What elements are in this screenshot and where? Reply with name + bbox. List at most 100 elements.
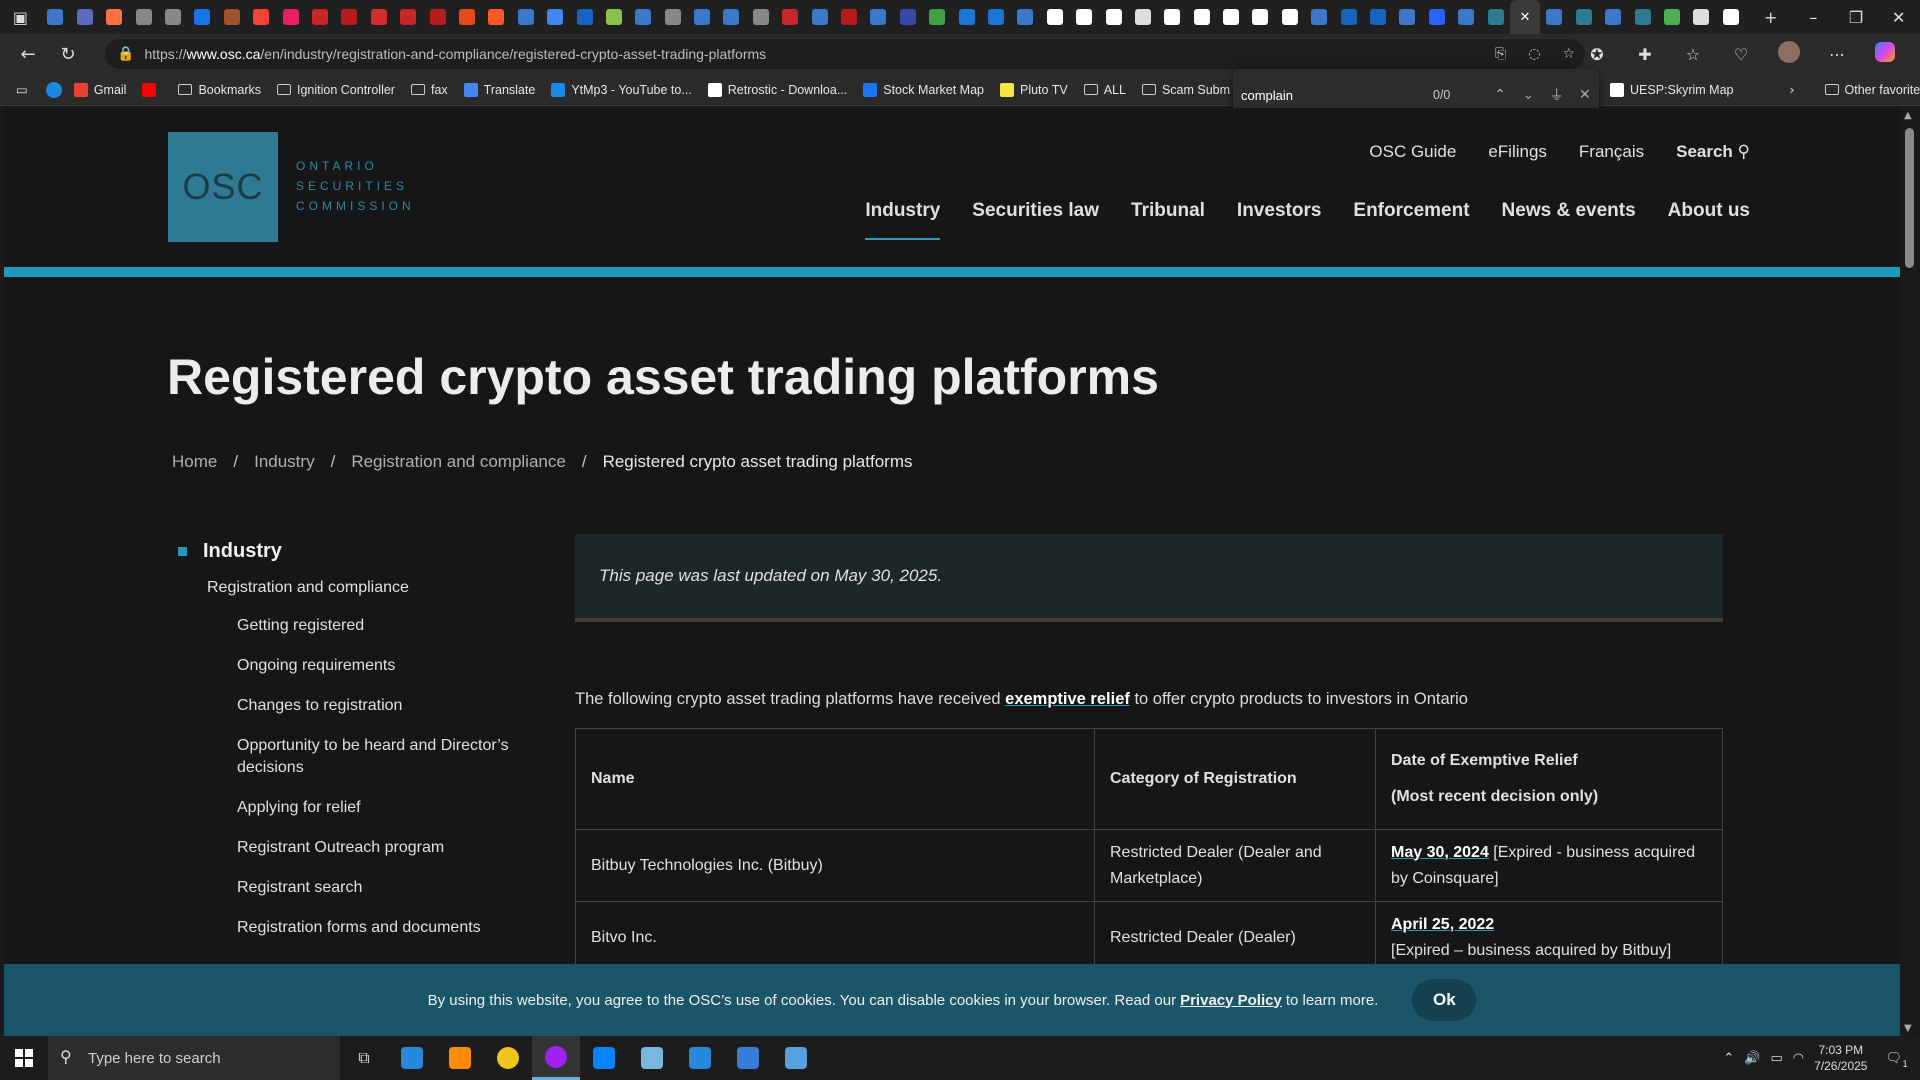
notifications-icon[interactable]: 🗨 1 [1877,1051,1910,1070]
taskbar-app-icon[interactable] [724,1036,772,1080]
tab[interactable] [305,0,334,34]
bookmarks-overflow-chevron-icon[interactable]: › [1790,82,1795,97]
tab[interactable] [629,0,658,34]
browser-essentials-icon[interactable]: ♡ [1720,45,1762,64]
find-input[interactable] [1241,80,1417,110]
tab[interactable] [1099,0,1128,34]
tab[interactable] [423,0,452,34]
tab[interactable] [658,0,687,34]
tab[interactable] [1363,0,1392,34]
taskbar-search-box[interactable]: ⚲ Type here to search [48,1036,340,1080]
reader-icon[interactable]: ◌ [1528,46,1540,62]
close-window-button[interactable]: ✕ [1877,0,1920,34]
sidenav-item-opportunity[interactable]: Opportunity to be heard and Director’s d… [237,735,537,779]
translate-icon[interactable]: ⎘ [1495,46,1506,62]
bookmark-app-icon[interactable] [45,81,62,98]
active-tab-close-icon[interactable]: ✕ [1510,0,1540,34]
bookmark-folder[interactable]: Bookmarks [178,83,261,97]
tab[interactable] [981,0,1010,34]
bookmark-item[interactable]: YtMp3 - YouTube to... [551,82,692,97]
find-close-icon[interactable]: ✕ [1571,87,1599,103]
bookmark-item[interactable]: Retrostic - Downloa... [707,82,847,97]
tab[interactable] [70,0,99,34]
nav-industry[interactable]: Industry [865,200,941,240]
efilings-link[interactable]: eFilings [1488,142,1547,162]
sidenav-item-search[interactable]: Registrant search [237,877,537,899]
nav-securities-law[interactable]: Securities law [972,200,1099,240]
minimize-button[interactable]: – [1792,0,1835,34]
sidenav-item-registration[interactable]: Registration and compliance [207,579,552,597]
privacy-policy-link[interactable]: Privacy Policy [1180,992,1282,1009]
nav-investors[interactable]: Investors [1237,200,1321,240]
tab[interactable] [41,0,70,34]
sidenav-item-changes[interactable]: Changes to registration [237,695,537,717]
favorite-star-icon[interactable]: ☆ [1562,46,1575,62]
extensions-puzzle-icon[interactable]: ✚ [1624,45,1666,64]
tab[interactable] [482,0,511,34]
tab[interactable] [864,0,893,34]
taskbar-app-icon[interactable] [532,1036,580,1080]
tab[interactable] [540,0,569,34]
tab[interactable] [1540,0,1569,34]
tab[interactable] [276,0,305,34]
find-previous-icon[interactable]: ⌃ [1486,87,1514,103]
search-button[interactable]: Search ⚲ [1676,142,1750,162]
find-next-icon[interactable]: ⌄ [1514,87,1542,103]
nav-about-us[interactable]: About us [1668,200,1750,240]
taskbar-app-icon[interactable] [676,1036,724,1080]
sidenav-heading[interactable]: Industry [178,540,552,563]
sidenav-item-getting-registered[interactable]: Getting registered [237,615,537,637]
tab[interactable] [158,0,187,34]
tab[interactable] [1687,0,1716,34]
reading-list-icon[interactable]: ▭ [16,82,28,97]
tab[interactable] [1158,0,1187,34]
restore-button[interactable]: ❐ [1835,0,1878,34]
french-link[interactable]: Français [1579,142,1644,162]
nav-news-events[interactable]: News & events [1502,200,1636,240]
taskbar-app-icon[interactable] [580,1036,628,1080]
tab[interactable] [247,0,276,34]
tab[interactable] [188,0,217,34]
battery-icon[interactable]: ▭ [1770,1051,1782,1066]
tab[interactable] [923,0,952,34]
breadcrumb-home[interactable]: Home [172,452,217,472]
tab[interactable] [1275,0,1304,34]
cookie-ok-button[interactable]: Ok [1412,979,1477,1021]
find-filter-icon[interactable]: ⏚ [1542,85,1570,105]
address-bar[interactable]: 🔒 https://www.osc.ca/en/industry/registr… [105,39,1585,69]
decision-date-link[interactable]: April 25, 2022 [1391,912,1494,938]
clock[interactable]: 7:03 PM 7/26/2025 [1814,1042,1867,1074]
bookmark-folder[interactable]: Ignition Controller [277,83,395,97]
breadcrumb-registration[interactable]: Registration and compliance [351,452,566,472]
bookmark-folder[interactable]: ALL [1083,83,1126,97]
extension-icon[interactable]: ✪ [1576,45,1618,64]
tab[interactable] [393,0,422,34]
tab[interactable] [687,0,716,34]
taskbar-app-icon[interactable] [436,1036,484,1080]
tab[interactable] [776,0,805,34]
tab[interactable] [1393,0,1422,34]
sidenav-item-outreach[interactable]: Registrant Outreach program [237,837,537,859]
taskbar-app-icon[interactable] [388,1036,436,1080]
tab[interactable] [335,0,364,34]
taskbar-app-icon[interactable] [628,1036,676,1080]
scroll-down-arrow-icon[interactable]: ▼ [1904,1023,1912,1034]
tab[interactable] [129,0,158,34]
tab[interactable] [100,0,129,34]
tab[interactable] [717,0,746,34]
bookmark-item[interactable]: Translate [463,82,535,97]
bookmark-item[interactable] [142,82,162,97]
tab[interactable] [1040,0,1069,34]
tab[interactable] [1628,0,1657,34]
more-menu-icon[interactable]: ⋯ [1816,45,1858,64]
logo-wordmark[interactable]: ONTARIO SECURITIES COMMISSION [296,156,456,216]
bookmark-item[interactable]: Stock Market Map [863,82,984,97]
bookmark-item[interactable]: Pluto TV [999,82,1068,97]
tab[interactable] [599,0,628,34]
wifi-icon[interactable]: ◠ [1793,1051,1804,1066]
tab[interactable] [1657,0,1686,34]
decision-date-link[interactable]: May 30, 2024 [1391,844,1489,861]
scroll-up-arrow-icon[interactable]: ▲ [1904,110,1912,121]
tab[interactable] [570,0,599,34]
sidenav-item-relief[interactable]: Applying for relief [237,797,537,819]
